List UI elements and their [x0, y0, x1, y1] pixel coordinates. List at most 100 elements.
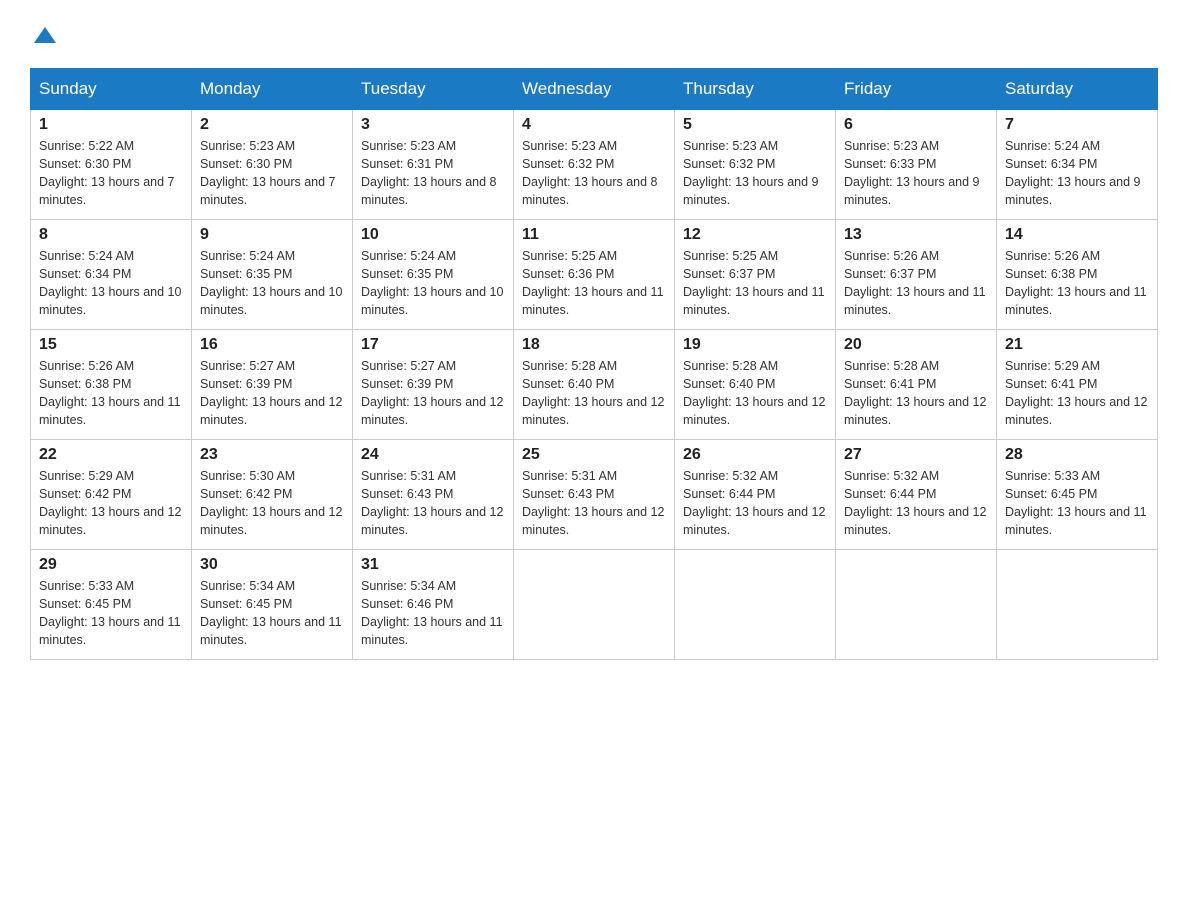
day-number: 4: [522, 116, 666, 134]
table-row: 27 Sunrise: 5:32 AMSunset: 6:44 PMDaylig…: [836, 440, 997, 550]
table-row: 2 Sunrise: 5:23 AMSunset: 6:30 PMDayligh…: [192, 110, 353, 220]
day-number: 14: [1005, 226, 1149, 244]
day-info: Sunrise: 5:29 AMSunset: 6:42 PMDaylight:…: [39, 469, 181, 537]
logo-triangle-icon: [34, 25, 56, 47]
page-header: [30, 20, 1158, 50]
table-row: 8 Sunrise: 5:24 AMSunset: 6:34 PMDayligh…: [31, 220, 192, 330]
header-sunday: Sunday: [31, 69, 192, 110]
table-row: 19 Sunrise: 5:28 AMSunset: 6:40 PMDaylig…: [675, 330, 836, 440]
day-info: Sunrise: 5:26 AMSunset: 6:38 PMDaylight:…: [1005, 249, 1147, 317]
table-row: 4 Sunrise: 5:23 AMSunset: 6:32 PMDayligh…: [514, 110, 675, 220]
table-row: 13 Sunrise: 5:26 AMSunset: 6:37 PMDaylig…: [836, 220, 997, 330]
day-info: Sunrise: 5:28 AMSunset: 6:40 PMDaylight:…: [522, 359, 664, 427]
table-row: 6 Sunrise: 5:23 AMSunset: 6:33 PMDayligh…: [836, 110, 997, 220]
day-info: Sunrise: 5:29 AMSunset: 6:41 PMDaylight:…: [1005, 359, 1147, 427]
day-number: 7: [1005, 116, 1149, 134]
calendar-week-row: 15 Sunrise: 5:26 AMSunset: 6:38 PMDaylig…: [31, 330, 1158, 440]
day-info: Sunrise: 5:25 AMSunset: 6:37 PMDaylight:…: [683, 249, 825, 317]
calendar-week-row: 1 Sunrise: 5:22 AMSunset: 6:30 PMDayligh…: [31, 110, 1158, 220]
table-row: [997, 550, 1158, 660]
day-info: Sunrise: 5:28 AMSunset: 6:40 PMDaylight:…: [683, 359, 825, 427]
day-info: Sunrise: 5:23 AMSunset: 6:30 PMDaylight:…: [200, 139, 336, 207]
day-info: Sunrise: 5:23 AMSunset: 6:31 PMDaylight:…: [361, 139, 497, 207]
table-row: 22 Sunrise: 5:29 AMSunset: 6:42 PMDaylig…: [31, 440, 192, 550]
table-row: 3 Sunrise: 5:23 AMSunset: 6:31 PMDayligh…: [353, 110, 514, 220]
header-thursday: Thursday: [675, 69, 836, 110]
table-row: 31 Sunrise: 5:34 AMSunset: 6:46 PMDaylig…: [353, 550, 514, 660]
day-number: 29: [39, 556, 183, 574]
day-number: 2: [200, 116, 344, 134]
day-info: Sunrise: 5:23 AMSunset: 6:33 PMDaylight:…: [844, 139, 980, 207]
table-row: 17 Sunrise: 5:27 AMSunset: 6:39 PMDaylig…: [353, 330, 514, 440]
day-info: Sunrise: 5:32 AMSunset: 6:44 PMDaylight:…: [844, 469, 986, 537]
day-number: 8: [39, 226, 183, 244]
table-row: 9 Sunrise: 5:24 AMSunset: 6:35 PMDayligh…: [192, 220, 353, 330]
table-row: 25 Sunrise: 5:31 AMSunset: 6:43 PMDaylig…: [514, 440, 675, 550]
day-number: 21: [1005, 336, 1149, 354]
day-info: Sunrise: 5:27 AMSunset: 6:39 PMDaylight:…: [361, 359, 503, 427]
day-number: 19: [683, 336, 827, 354]
table-row: 14 Sunrise: 5:26 AMSunset: 6:38 PMDaylig…: [997, 220, 1158, 330]
day-info: Sunrise: 5:24 AMSunset: 6:35 PMDaylight:…: [361, 249, 503, 317]
day-info: Sunrise: 5:33 AMSunset: 6:45 PMDaylight:…: [1005, 469, 1147, 537]
table-row: 11 Sunrise: 5:25 AMSunset: 6:36 PMDaylig…: [514, 220, 675, 330]
day-number: 16: [200, 336, 344, 354]
table-row: 26 Sunrise: 5:32 AMSunset: 6:44 PMDaylig…: [675, 440, 836, 550]
day-number: 5: [683, 116, 827, 134]
table-row: 18 Sunrise: 5:28 AMSunset: 6:40 PMDaylig…: [514, 330, 675, 440]
day-info: Sunrise: 5:23 AMSunset: 6:32 PMDaylight:…: [522, 139, 658, 207]
day-number: 30: [200, 556, 344, 574]
day-number: 10: [361, 226, 505, 244]
day-number: 18: [522, 336, 666, 354]
day-info: Sunrise: 5:22 AMSunset: 6:30 PMDaylight:…: [39, 139, 175, 207]
calendar-week-row: 8 Sunrise: 5:24 AMSunset: 6:34 PMDayligh…: [31, 220, 1158, 330]
calendar-header-row: Sunday Monday Tuesday Wednesday Thursday…: [31, 69, 1158, 110]
day-info: Sunrise: 5:34 AMSunset: 6:45 PMDaylight:…: [200, 579, 342, 647]
day-info: Sunrise: 5:34 AMSunset: 6:46 PMDaylight:…: [361, 579, 503, 647]
day-info: Sunrise: 5:27 AMSunset: 6:39 PMDaylight:…: [200, 359, 342, 427]
header-saturday: Saturday: [997, 69, 1158, 110]
day-info: Sunrise: 5:24 AMSunset: 6:34 PMDaylight:…: [39, 249, 181, 317]
day-number: 20: [844, 336, 988, 354]
header-tuesday: Tuesday: [353, 69, 514, 110]
table-row: [514, 550, 675, 660]
table-row: 29 Sunrise: 5:33 AMSunset: 6:45 PMDaylig…: [31, 550, 192, 660]
day-number: 12: [683, 226, 827, 244]
day-info: Sunrise: 5:24 AMSunset: 6:34 PMDaylight:…: [1005, 139, 1141, 207]
day-number: 11: [522, 226, 666, 244]
table-row: 23 Sunrise: 5:30 AMSunset: 6:42 PMDaylig…: [192, 440, 353, 550]
day-number: 1: [39, 116, 183, 134]
day-info: Sunrise: 5:24 AMSunset: 6:35 PMDaylight:…: [200, 249, 342, 317]
day-info: Sunrise: 5:33 AMSunset: 6:45 PMDaylight:…: [39, 579, 181, 647]
table-row: 30 Sunrise: 5:34 AMSunset: 6:45 PMDaylig…: [192, 550, 353, 660]
day-info: Sunrise: 5:26 AMSunset: 6:38 PMDaylight:…: [39, 359, 181, 427]
day-number: 28: [1005, 446, 1149, 464]
table-row: 10 Sunrise: 5:24 AMSunset: 6:35 PMDaylig…: [353, 220, 514, 330]
calendar-week-row: 22 Sunrise: 5:29 AMSunset: 6:42 PMDaylig…: [31, 440, 1158, 550]
day-number: 24: [361, 446, 505, 464]
day-number: 15: [39, 336, 183, 354]
table-row: 1 Sunrise: 5:22 AMSunset: 6:30 PMDayligh…: [31, 110, 192, 220]
day-number: 3: [361, 116, 505, 134]
day-number: 13: [844, 226, 988, 244]
table-row: [836, 550, 997, 660]
table-row: 21 Sunrise: 5:29 AMSunset: 6:41 PMDaylig…: [997, 330, 1158, 440]
table-row: 24 Sunrise: 5:31 AMSunset: 6:43 PMDaylig…: [353, 440, 514, 550]
table-row: 16 Sunrise: 5:27 AMSunset: 6:39 PMDaylig…: [192, 330, 353, 440]
day-number: 25: [522, 446, 666, 464]
header-monday: Monday: [192, 69, 353, 110]
day-info: Sunrise: 5:25 AMSunset: 6:36 PMDaylight:…: [522, 249, 664, 317]
day-info: Sunrise: 5:26 AMSunset: 6:37 PMDaylight:…: [844, 249, 986, 317]
header-wednesday: Wednesday: [514, 69, 675, 110]
day-number: 22: [39, 446, 183, 464]
day-info: Sunrise: 5:23 AMSunset: 6:32 PMDaylight:…: [683, 139, 819, 207]
calendar-table: Sunday Monday Tuesday Wednesday Thursday…: [30, 68, 1158, 660]
logo: [30, 20, 57, 50]
day-number: 27: [844, 446, 988, 464]
table-row: 28 Sunrise: 5:33 AMSunset: 6:45 PMDaylig…: [997, 440, 1158, 550]
day-number: 31: [361, 556, 505, 574]
day-info: Sunrise: 5:32 AMSunset: 6:44 PMDaylight:…: [683, 469, 825, 537]
table-row: 12 Sunrise: 5:25 AMSunset: 6:37 PMDaylig…: [675, 220, 836, 330]
day-info: Sunrise: 5:31 AMSunset: 6:43 PMDaylight:…: [522, 469, 664, 537]
day-number: 9: [200, 226, 344, 244]
